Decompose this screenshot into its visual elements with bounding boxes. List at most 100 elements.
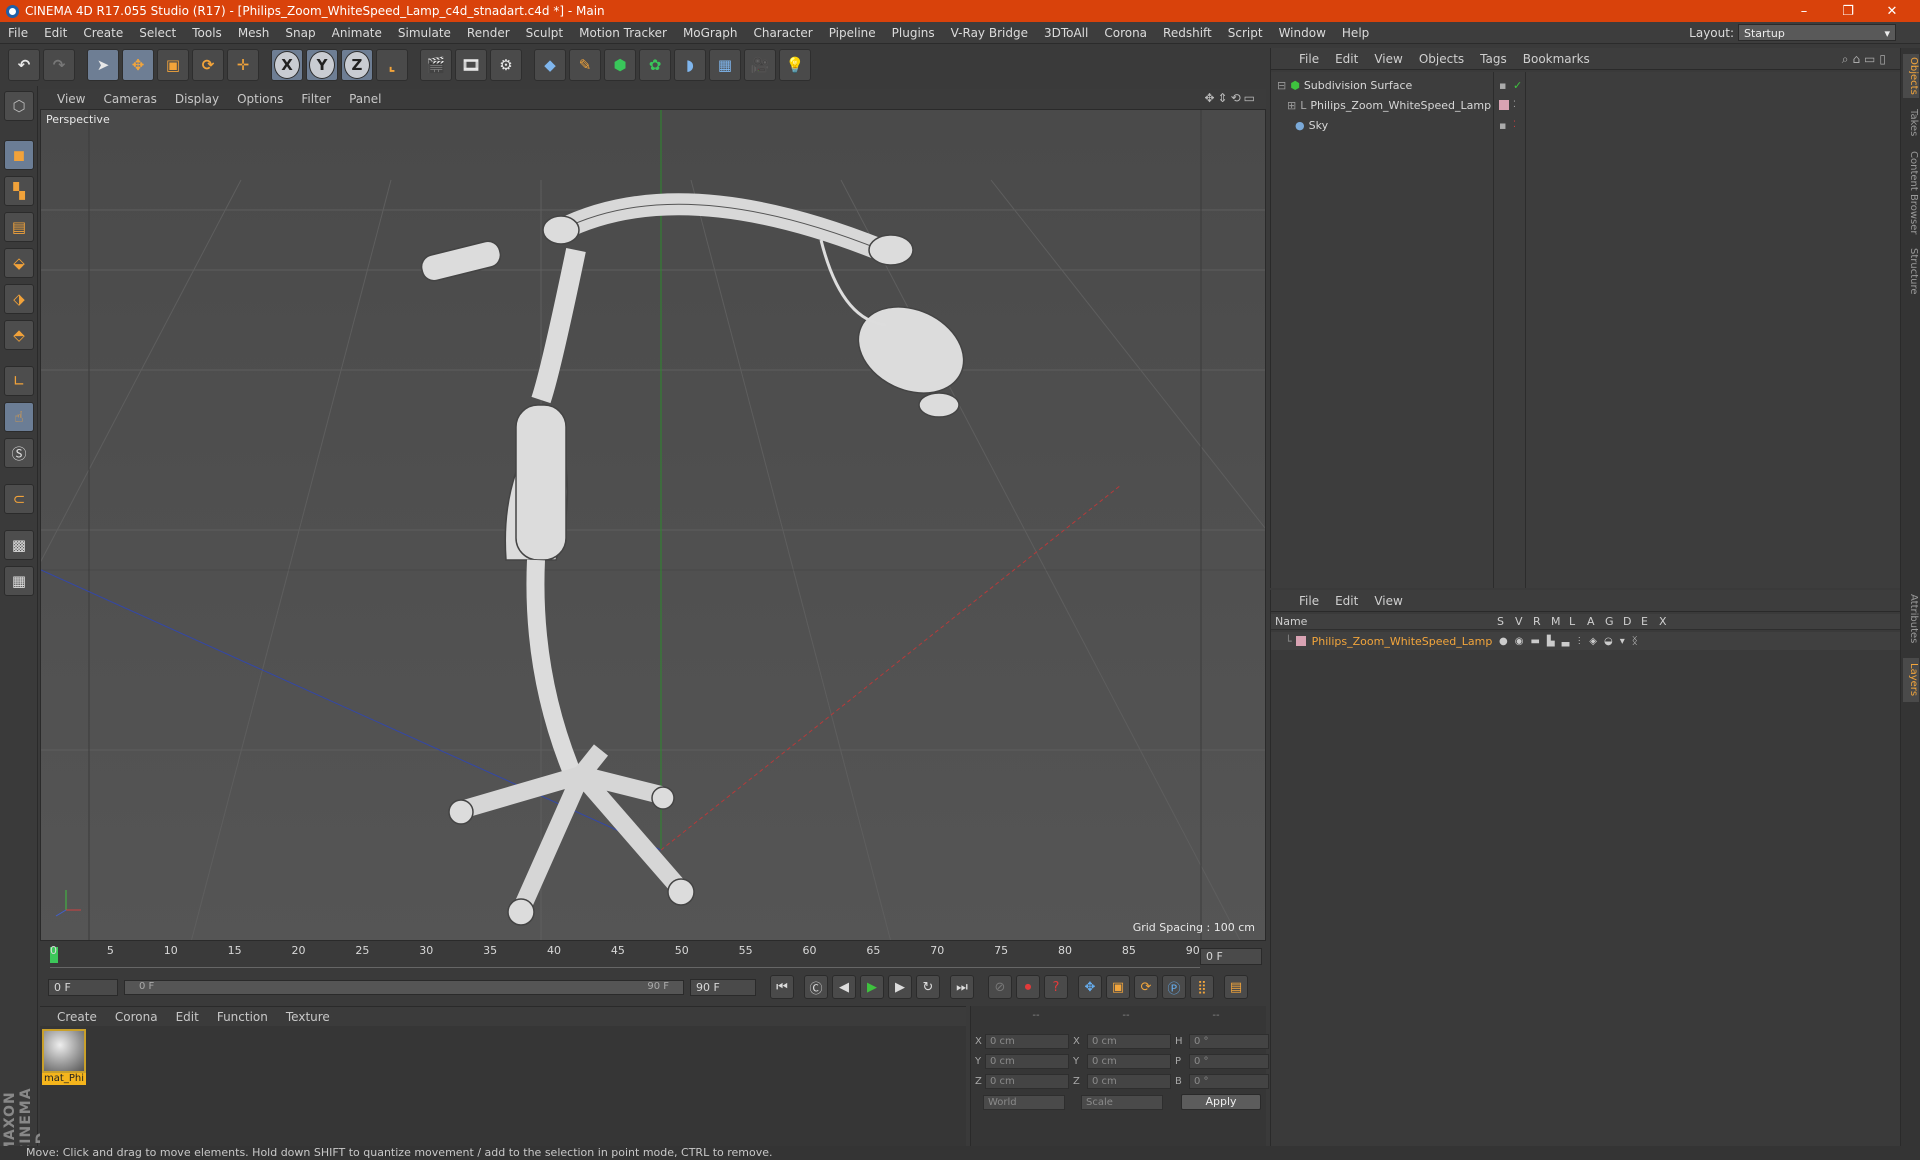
render-settings-button[interactable]: ⚙ bbox=[490, 49, 522, 81]
position-x-field[interactable]: 0 cm bbox=[985, 1034, 1069, 1049]
size-x-field[interactable]: 0 cm bbox=[1087, 1034, 1171, 1049]
snap-button[interactable]: ⊂ bbox=[4, 484, 34, 514]
rotation-h-field[interactable]: 0 ° bbox=[1189, 1034, 1269, 1049]
camera-button[interactable]: 🎥 bbox=[744, 49, 776, 81]
menu-script[interactable]: Script bbox=[1220, 26, 1271, 40]
viewport-menu-display[interactable]: Display bbox=[166, 92, 228, 106]
menu-motion-tracker[interactable]: Motion Tracker bbox=[571, 26, 675, 40]
layers-menu-file[interactable]: File bbox=[1291, 594, 1327, 608]
objects-menu-edit[interactable]: Edit bbox=[1327, 52, 1366, 66]
tree-expand-icon[interactable]: ⊞ bbox=[1287, 99, 1296, 112]
layers-menu-view[interactable]: View bbox=[1366, 594, 1410, 608]
rotate-tool-button[interactable]: ⟳ bbox=[192, 49, 224, 81]
menu-create[interactable]: Create bbox=[75, 26, 131, 40]
timeline-window-button[interactable]: ▤ bbox=[1224, 975, 1248, 999]
menu-window[interactable]: Window bbox=[1271, 26, 1334, 40]
tab-layers[interactable]: Layers bbox=[1903, 658, 1919, 702]
x-axis-lock-button[interactable]: X bbox=[271, 49, 303, 81]
record-pla-button[interactable]: ⊘ bbox=[988, 975, 1012, 999]
objects-menu-bookmarks[interactable]: Bookmarks bbox=[1515, 52, 1598, 66]
light-button[interactable]: 💡 bbox=[779, 49, 811, 81]
edges-mode-button[interactable]: ⬗ bbox=[4, 284, 34, 314]
object-row[interactable]: ⊞ L Philips_Zoom_WhiteSpeed_Lamp ⁚ bbox=[1271, 96, 1901, 114]
prev-key-button[interactable]: Ⓒ bbox=[804, 975, 828, 999]
material-menu-texture[interactable]: Texture bbox=[277, 1010, 339, 1024]
position-y-field[interactable]: 0 cm bbox=[985, 1054, 1069, 1069]
layer-row[interactable]: └ Philips_Zoom_WhiteSpeed_Lamp ●◉▬▙▃⫶◈◒▾… bbox=[1271, 632, 1901, 650]
floor-button[interactable]: ▦ bbox=[709, 49, 741, 81]
viewport-menu-filter[interactable]: Filter bbox=[292, 92, 340, 106]
cube-primitive-button[interactable]: ◆ bbox=[534, 49, 566, 81]
position-z-field[interactable]: 0 cm bbox=[985, 1074, 1069, 1089]
objects-menu-view[interactable]: View bbox=[1366, 52, 1410, 66]
menu-3dtoall[interactable]: 3DToAll bbox=[1036, 26, 1096, 40]
pen-spline-button[interactable]: ✎ bbox=[569, 49, 601, 81]
menu-vray-bridge[interactable]: V-Ray Bridge bbox=[943, 26, 1036, 40]
start-frame-field[interactable]: 0 F bbox=[48, 978, 118, 996]
layer-name[interactable]: Philips_Zoom_WhiteSpeed_Lamp bbox=[1312, 635, 1493, 648]
menu-redshift[interactable]: Redshift bbox=[1155, 26, 1220, 40]
render-picture-viewer-button[interactable]: 🎞 bbox=[455, 49, 487, 81]
polygons-mode-button[interactable]: ⬘ bbox=[4, 320, 34, 350]
tab-objects[interactable]: Objects bbox=[1903, 54, 1919, 98]
menu-corona[interactable]: Corona bbox=[1096, 26, 1155, 40]
minimize-button[interactable]: – bbox=[1782, 0, 1826, 22]
cloner-button[interactable]: ✿ bbox=[639, 49, 671, 81]
close-button[interactable]: ✕ bbox=[1870, 0, 1914, 22]
y-axis-lock-button[interactable]: Y bbox=[306, 49, 338, 81]
object-row[interactable]: ⊟ ⬢ Subdivision Surface ▪ ✓ bbox=[1271, 76, 1901, 94]
menu-sculpt[interactable]: Sculpt bbox=[518, 26, 571, 40]
coordinate-space-dropdown[interactable]: World bbox=[983, 1095, 1065, 1110]
key-position-button[interactable]: ✥ bbox=[1078, 975, 1102, 999]
scale-tool-button[interactable]: ▣ bbox=[157, 49, 189, 81]
deformer-button[interactable]: ◗ bbox=[674, 49, 706, 81]
material-swatch[interactable]: mat_Phi bbox=[42, 1029, 86, 1087]
goto-start-button[interactable]: ⏮ bbox=[770, 975, 794, 999]
z-axis-lock-button[interactable]: Z bbox=[341, 49, 373, 81]
viewport-navigation-icons[interactable]: ✥⇕⟲▭ bbox=[1204, 91, 1258, 105]
viewport-menu-panel[interactable]: Panel bbox=[340, 92, 390, 106]
visibility-dots-icon[interactable]: ⁚ bbox=[1513, 120, 1516, 130]
axis-mode-button[interactable]: ∟ bbox=[4, 366, 34, 396]
autokey-button[interactable]: ? bbox=[1044, 975, 1068, 999]
visibility-icon[interactable]: ▪ bbox=[1499, 119, 1506, 132]
layer-flag-icons[interactable]: ●◉▬▙▃⫶◈◒▾ᛝ bbox=[1499, 636, 1645, 647]
model-mode-button[interactable]: ◼ bbox=[4, 140, 34, 170]
menu-animate[interactable]: Animate bbox=[324, 26, 390, 40]
record-key-button[interactable]: ⏺ bbox=[1016, 975, 1040, 999]
object-row[interactable]: ● Sky ▪ ⁚ bbox=[1271, 116, 1901, 134]
move-tool-button[interactable]: ✥ bbox=[122, 49, 154, 81]
current-frame-field[interactable]: 0 F bbox=[1200, 948, 1262, 965]
menu-character[interactable]: Character bbox=[745, 26, 820, 40]
tweak-mode-button[interactable]: ☝ bbox=[4, 402, 34, 432]
viewport-menu-options[interactable]: Options bbox=[228, 92, 292, 106]
menu-tools[interactable]: Tools bbox=[184, 26, 230, 40]
end-frame-field[interactable]: 90 F bbox=[690, 978, 756, 996]
prev-frame-button[interactable]: ◀ bbox=[832, 975, 856, 999]
timeline-ruler[interactable]: 0 5 10 15 20 25 30 35 40 45 50 55 60 65 … bbox=[40, 942, 1266, 970]
key-rotation-button[interactable]: ⟳ bbox=[1134, 975, 1158, 999]
tab-structure[interactable]: Structure bbox=[1903, 244, 1919, 298]
layer-color-swatch[interactable] bbox=[1499, 100, 1509, 110]
goto-end-button[interactable]: ⏭ bbox=[950, 975, 974, 999]
apply-button[interactable]: Apply bbox=[1181, 1094, 1261, 1110]
rotation-b-field[interactable]: 0 ° bbox=[1189, 1074, 1269, 1089]
object-manager-search-icon[interactable]: ⌕⌂▭▯ bbox=[1842, 52, 1890, 67]
menu-plugins[interactable]: Plugins bbox=[884, 26, 943, 40]
live-selection-button[interactable]: ➤ bbox=[87, 49, 119, 81]
menu-pipeline[interactable]: Pipeline bbox=[821, 26, 884, 40]
objects-menu-tags[interactable]: Tags bbox=[1472, 52, 1515, 66]
coordinate-system-button[interactable]: ⌞ bbox=[376, 49, 408, 81]
objects-menu-objects[interactable]: Objects bbox=[1411, 52, 1472, 66]
workplane-lock-button[interactable]: ▩ bbox=[4, 530, 34, 560]
layers-menu-edit[interactable]: Edit bbox=[1327, 594, 1366, 608]
layer-color-swatch[interactable] bbox=[1295, 636, 1306, 646]
points-mode-button[interactable]: ⬙ bbox=[4, 248, 34, 278]
menu-mesh[interactable]: Mesh bbox=[230, 26, 278, 40]
solo-button[interactable]: Ⓢ bbox=[4, 438, 34, 468]
next-frame-button[interactable]: ▶ bbox=[888, 975, 912, 999]
maximize-button[interactable]: ❐ bbox=[1826, 0, 1870, 22]
menu-edit[interactable]: Edit bbox=[36, 26, 75, 40]
key-scale-button[interactable]: ▣ bbox=[1106, 975, 1130, 999]
viewport-perspective[interactable]: Perspective Grid Spacing : 100 cm bbox=[40, 109, 1266, 941]
